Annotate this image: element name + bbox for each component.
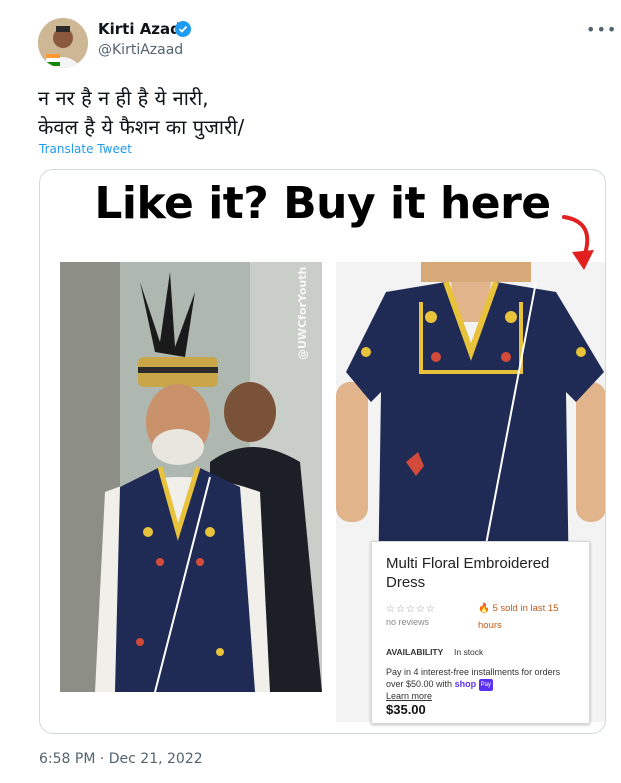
shop-label: shop (454, 679, 477, 689)
tweet-timestamp[interactable]: 6:58 PM · Dec 21, 2022 (39, 751, 203, 767)
availability-label: AVAILABILITY (386, 647, 444, 657)
fire-icon: 🔥 (478, 603, 490, 614)
translate-tweet-link[interactable]: Translate Tweet (39, 142, 132, 156)
meme-headline: Like it? Buy it here (94, 178, 551, 229)
tweet-media[interactable]: Like it? Buy it here @UWCforYouth Multi … (39, 169, 606, 734)
product-card: Multi Floral Embroidered Dress ☆☆☆☆☆ no … (371, 541, 590, 724)
shoppay-badge: Pay (478, 678, 493, 691)
sold-badge: 🔥 5 sold in last 15 hours (478, 600, 582, 634)
author-handle[interactable]: @KirtiAzaad (98, 42, 183, 58)
watermark: @UWCforYouth (296, 266, 309, 360)
verified-badge-icon (175, 21, 191, 37)
reviews-label: no reviews (386, 617, 430, 627)
reviews-count: no reviews (386, 616, 466, 628)
sold-text: 5 sold in last 15 hours (478, 603, 559, 631)
author-name[interactable]: Kirti Azad (98, 20, 181, 38)
more-options-icon[interactable]: ••• (586, 20, 617, 39)
installments-text: Pay in 4 interest-free installments for … (386, 666, 576, 691)
rating-stars-icon: ☆☆☆☆☆ (386, 604, 436, 615)
product-title: Multi Floral Embroidered Dress (386, 555, 550, 591)
red-arrow-icon (544, 212, 604, 282)
product-price: $35.00 (386, 702, 426, 717)
left-photo (60, 262, 322, 692)
learn-more-link: Learn more (386, 691, 433, 701)
avatar[interactable] (38, 18, 88, 68)
availability-value: In stock (454, 647, 484, 657)
tweet-text: न नर है न ही है ये नारी, केवल है ये फैशन… (38, 86, 245, 139)
